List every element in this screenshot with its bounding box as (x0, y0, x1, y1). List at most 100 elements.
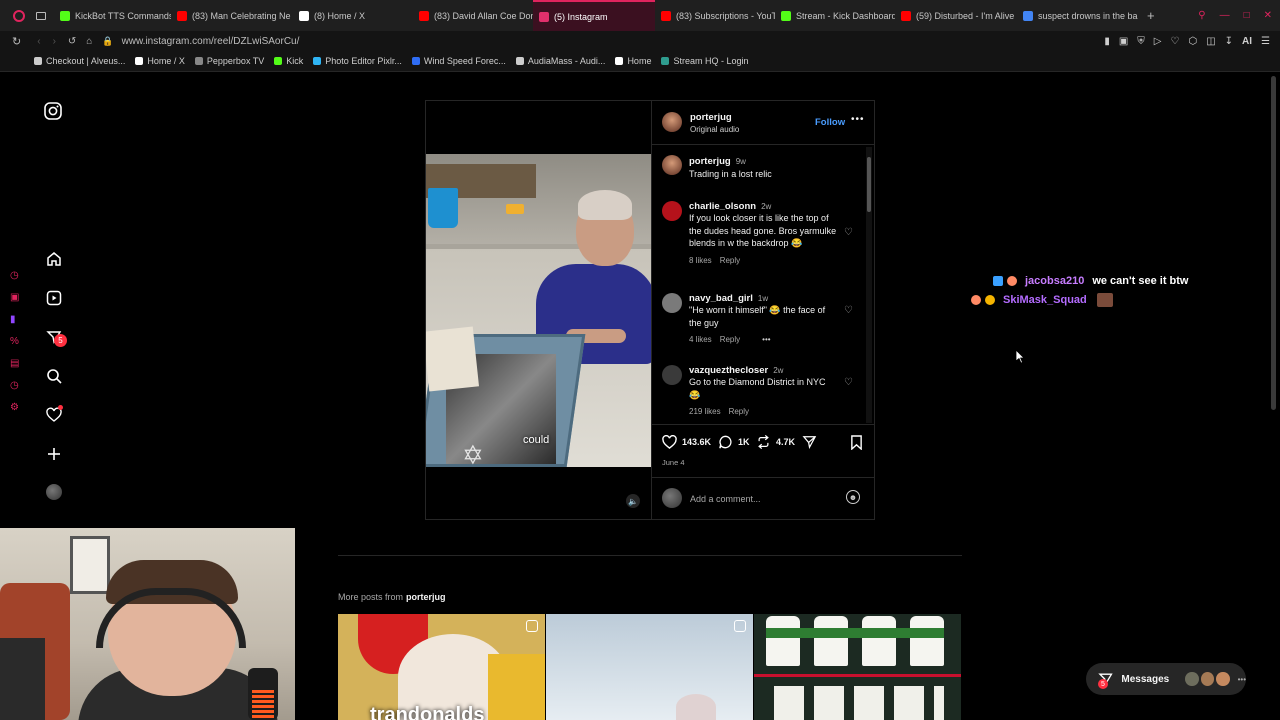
browser-tab[interactable]: (59) Disturbed - I'm Alive (895, 0, 1017, 31)
tab-overview-icon[interactable] (36, 11, 46, 20)
comment-likes[interactable]: 8 likes (689, 256, 712, 265)
browser-tab[interactable]: (83) Man Celebrating Ne (171, 0, 293, 31)
reload-icon[interactable]: ↻ (12, 35, 21, 48)
comments-scroll-thumb[interactable] (867, 157, 871, 212)
close-window-icon[interactable]: ✕ (1264, 10, 1272, 21)
bookmark-item[interactable]: Home / X (135, 56, 185, 66)
browser-tab[interactable]: Stream - Kick Dashboard (775, 0, 895, 31)
follow-button[interactable]: Follow (815, 117, 845, 128)
url-field[interactable]: www.instagram.com/reel/DZLwiSAorCu/ (122, 36, 300, 47)
play-icon[interactable]: ▷ (1154, 36, 1162, 47)
video-pane[interactable]: ✡ could 🔈 (426, 101, 651, 519)
maximize-icon[interactable]: □ (1244, 10, 1250, 21)
bookmark-item[interactable]: AudiaMass - Audi... (515, 56, 605, 66)
download-icon[interactable]: ↧ (1225, 36, 1233, 47)
mute-icon[interactable]: 🔈 (626, 494, 640, 508)
tab-favicon-icon (661, 10, 671, 21)
comment-reply-button[interactable]: Reply (720, 335, 740, 344)
nav-create-icon[interactable] (44, 444, 64, 464)
caption-avatar[interactable] (662, 155, 682, 175)
shield-icon[interactable]: ⛨ (1137, 36, 1145, 47)
menu-icon[interactable]: ☰ (1261, 36, 1270, 47)
sidebar-settings-icon[interactable]: ⚙ (10, 402, 19, 413)
browser-tab[interactable]: KickBot TTS Commands (54, 0, 171, 31)
heart-icon[interactable]: ♡ (1170, 36, 1179, 47)
refresh-icon[interactable]: ↺ (68, 36, 76, 47)
browser-tab[interactable]: (83) Subscriptions - YouT (655, 0, 775, 31)
comment-likes[interactable]: 219 likes (689, 407, 721, 416)
browser-logo-icon[interactable] (13, 9, 25, 22)
instagram-logo-icon[interactable] (44, 102, 62, 120)
browser-tab[interactable]: suspect drowns in the ba (1017, 0, 1143, 31)
bookmark-item[interactable]: Stream HQ - Login (661, 56, 748, 66)
audio-label[interactable]: Original audio (690, 125, 739, 134)
comment-user[interactable]: navy_bad_girl (689, 293, 753, 304)
page-scrollbar-thumb[interactable] (1271, 76, 1276, 410)
nav-home-icon[interactable] (44, 249, 64, 269)
more-posts-user[interactable]: porterjug (406, 592, 446, 602)
sidebar-twitch-icon[interactable]: ▮ (10, 314, 19, 325)
back-icon[interactable]: ‹ (37, 36, 40, 47)
like-action[interactable]: 143.6K (662, 435, 711, 449)
wallet-icon[interactable]: ◫ (1206, 36, 1215, 47)
browser-tab[interactable]: (5) Instagram (533, 0, 655, 31)
emoji-picker-icon[interactable]: ☻ (846, 490, 860, 504)
repost-action[interactable]: 4.7K (756, 435, 795, 449)
comment-like-icon[interactable]: ♡ (844, 227, 853, 238)
caption-user[interactable]: porterjug (689, 156, 731, 167)
comment-avatar[interactable] (662, 201, 682, 221)
forward-icon[interactable]: › (53, 36, 56, 47)
bookmark-item[interactable]: Kick (274, 56, 303, 66)
nav-reels-icon[interactable] (44, 288, 64, 308)
bookmark-item[interactable]: Wind Speed Forec... (411, 56, 506, 66)
nav-profile-avatar[interactable] (46, 484, 62, 500)
nav-search-icon[interactable] (44, 366, 64, 386)
comment-more-icon[interactable]: ••• (762, 335, 770, 344)
add-comment-input[interactable]: Add a comment... (690, 494, 761, 504)
home-icon[interactable]: ⌂ (86, 36, 92, 47)
sidebar-clock-icon[interactable]: ◷ (10, 380, 19, 391)
comment-reply-button[interactable]: Reply (729, 407, 749, 416)
author-name[interactable]: porterjug (690, 112, 732, 123)
messages-more-icon[interactable]: ••• (1238, 675, 1246, 684)
browser-tab[interactable]: (8) Home / X (293, 0, 413, 31)
bookmark-item[interactable]: Checkout | Alveus... (34, 56, 125, 66)
search-tabs-icon[interactable]: ⚲ (1198, 10, 1205, 21)
sidebar-history-icon[interactable]: ◷ (10, 270, 19, 281)
comment-like-icon[interactable]: ♡ (844, 377, 853, 388)
author-avatar[interactable] (662, 112, 682, 132)
video-frame[interactable]: ✡ could (426, 154, 651, 467)
minimize-icon[interactable]: — (1220, 10, 1230, 21)
sidebar-bag-icon[interactable]: ▣ (10, 292, 19, 303)
comment-action[interactable]: 1K (718, 435, 750, 449)
bookmark-item[interactable]: Pepperbox TV (194, 56, 264, 66)
comment-like-icon[interactable]: ♡ (844, 305, 853, 316)
comment-avatar[interactable] (662, 365, 682, 385)
sidebar-notes-icon[interactable]: ▤ (10, 358, 19, 369)
comment-avatar[interactable] (662, 293, 682, 313)
more-options-icon[interactable]: ••• (851, 114, 865, 125)
bookmark-icon[interactable]: ▮ (1104, 36, 1110, 47)
browser-tab[interactable]: (83) David Allan Coe Don (413, 0, 533, 31)
bookmark-item[interactable]: Home (615, 56, 651, 66)
save-bookmark-icon[interactable] (850, 435, 863, 450)
comment-user[interactable]: charlie_olsonn (689, 201, 756, 212)
repost-icon[interactable] (756, 435, 771, 449)
like-heart-icon[interactable] (662, 435, 677, 449)
comment-user[interactable]: vazquezthecloser (689, 365, 768, 376)
share-icon[interactable] (802, 435, 817, 449)
more-post-thumb[interactable]: trandonalds (338, 614, 545, 720)
comment-bubble-icon[interactable] (718, 435, 733, 449)
extensions-icon[interactable]: ⬡ (1188, 36, 1197, 47)
messages-pill[interactable]: Messages ••• (1086, 663, 1246, 695)
bookmark-item[interactable]: Photo Editor Pixlr... (313, 56, 402, 66)
sidebar-percent-icon[interactable]: % (10, 336, 19, 347)
screenshot-icon[interactable]: ▣ (1119, 36, 1128, 47)
bookmark-label: Wind Speed Forec... (423, 56, 506, 66)
more-post-thumb[interactable] (754, 614, 961, 720)
comment-likes[interactable]: 4 likes (689, 335, 712, 344)
new-tab-icon[interactable]: + (1147, 8, 1155, 23)
comment-reply-button[interactable]: Reply (720, 256, 740, 265)
more-post-thumb[interactable] (546, 614, 753, 720)
ai-icon[interactable]: AI (1242, 36, 1252, 47)
